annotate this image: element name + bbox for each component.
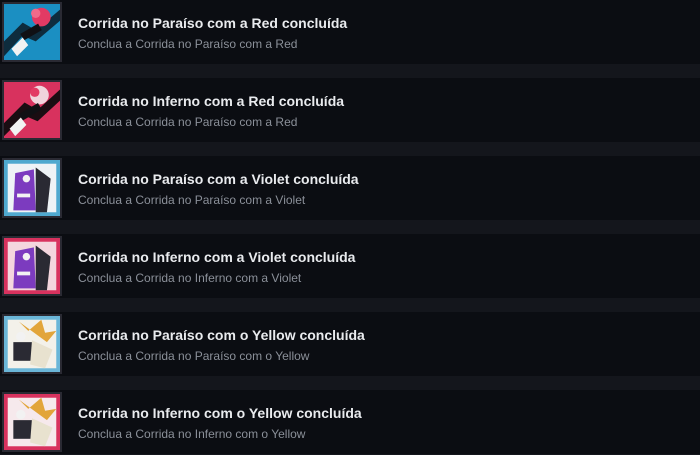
red-paradise-badge-icon (2, 2, 62, 62)
achievement-title: Corrida no Inferno com o Yellow concluíd… (78, 405, 362, 421)
achievement-row[interactable]: Corrida no Inferno com a Red concluída C… (0, 78, 700, 142)
achievement-title: Corrida no Paraíso com a Red concluída (78, 15, 348, 31)
achievement-description: Conclua a Corrida no Paraíso com a Viole… (78, 193, 306, 207)
achievement-description: Conclua a Corrida no Paraíso com o Yello… (78, 349, 310, 363)
violet-hell-badge-icon (2, 236, 62, 296)
achievement-row[interactable]: Corrida no Paraíso com o Yellow concluíd… (0, 312, 700, 376)
red-hell-badge-icon (2, 80, 62, 140)
achievement-title: Corrida no Paraíso com o Yellow concluíd… (78, 327, 365, 343)
achievement-title: Corrida no Paraíso com a Violet concluíd… (78, 171, 359, 187)
achievement-list: Corrida no Paraíso com a Red concluída C… (0, 0, 700, 455)
achievement-row[interactable]: Corrida no Paraíso com a Violet concluíd… (0, 156, 700, 220)
yellow-hell-badge-icon (2, 392, 62, 452)
achievement-title: Corrida no Inferno com a Violet concluíd… (78, 249, 356, 265)
achievement-row[interactable]: Corrida no Inferno com a Violet concluíd… (0, 234, 700, 298)
achievement-title: Corrida no Inferno com a Red concluída (78, 93, 345, 109)
violet-paradise-badge-icon (2, 158, 62, 218)
achievement-description: Conclua a Corrida no Inferno com a Viole… (78, 271, 302, 285)
achievement-description: Conclua a Corrida no Paraíso com a Red (78, 37, 298, 51)
achievement-row[interactable]: Corrida no Inferno com o Yellow concluíd… (0, 390, 700, 454)
achievement-description: Conclua a Corrida no Paraíso com a Red (78, 115, 298, 129)
achievement-row[interactable]: Corrida no Paraíso com a Red concluída C… (0, 0, 700, 64)
yellow-paradise-badge-icon (2, 314, 62, 374)
achievement-description: Conclua a Corrida no Inferno com o Yello… (78, 427, 306, 441)
